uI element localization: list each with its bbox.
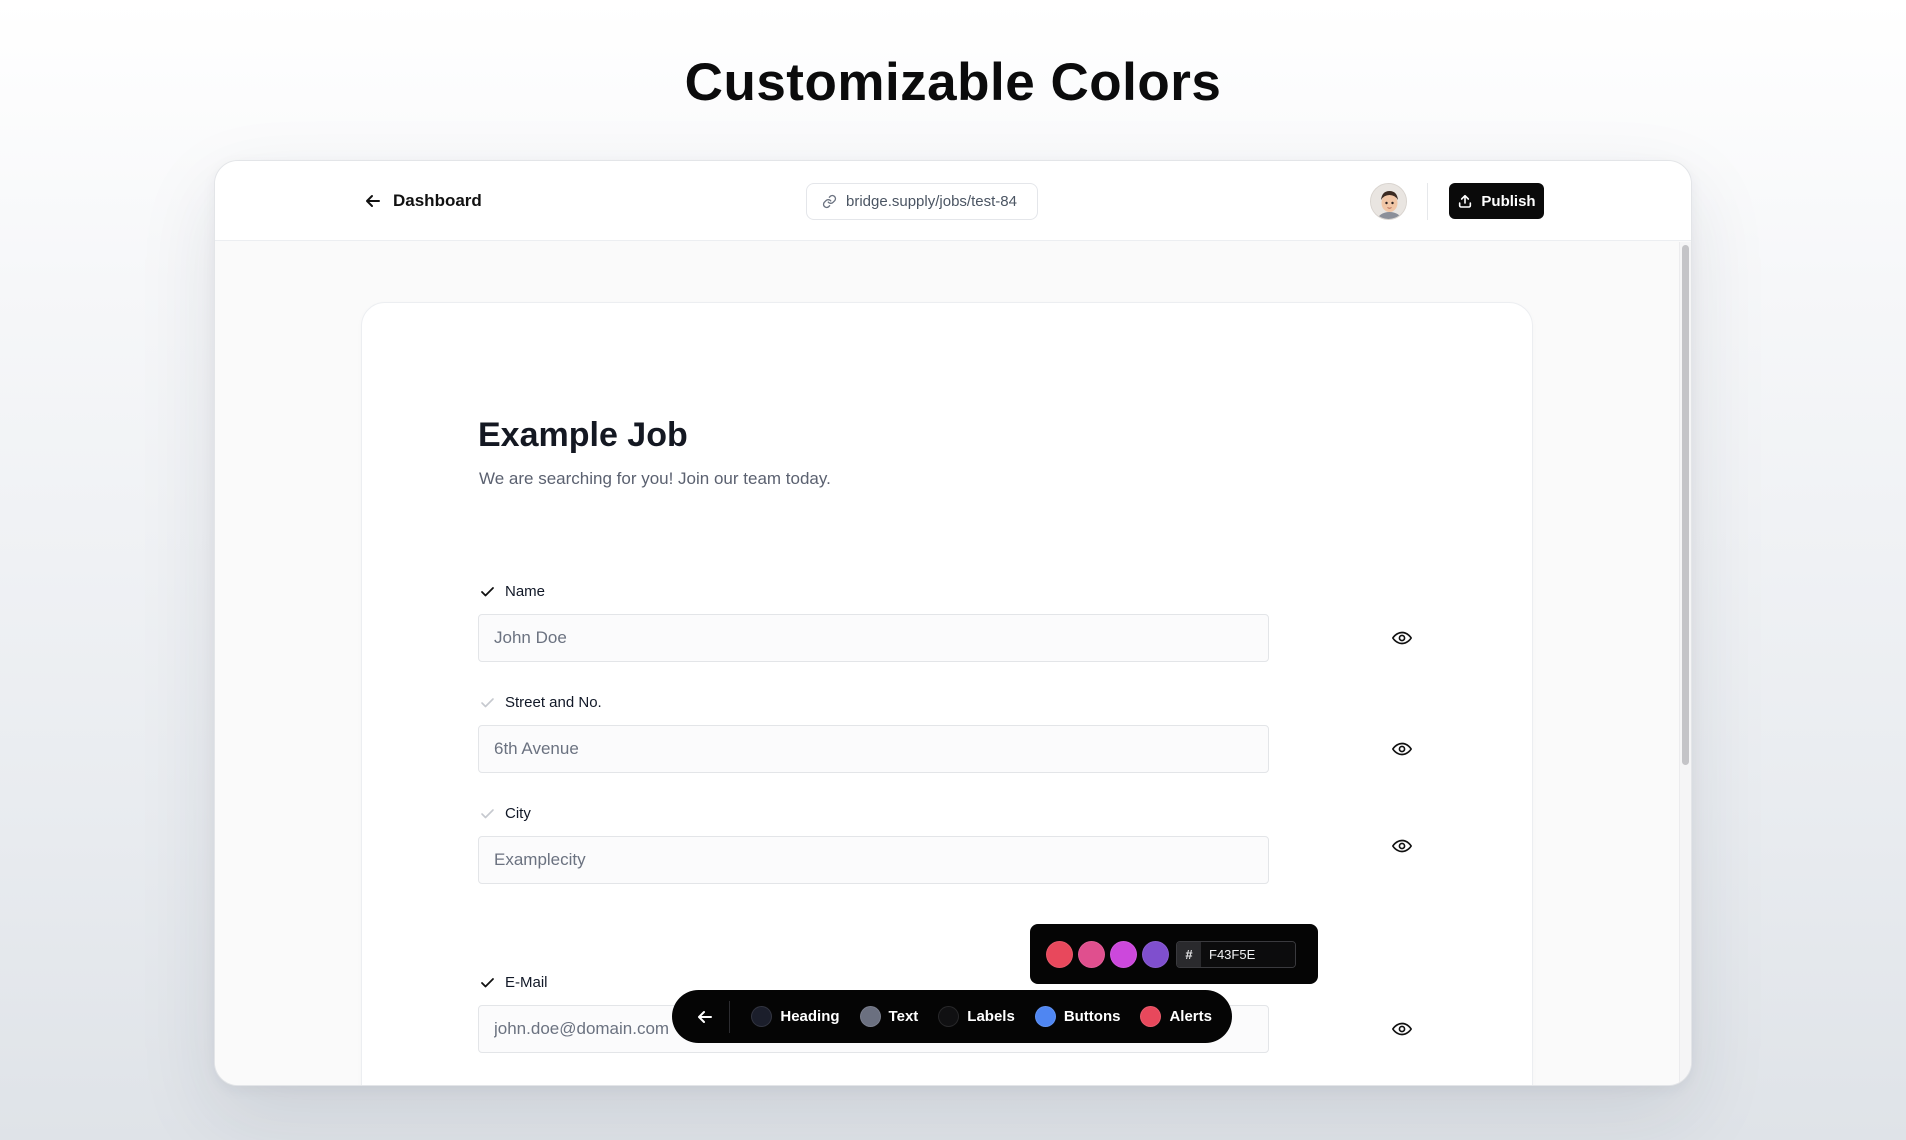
arrow-left-icon — [363, 191, 383, 211]
name-input[interactable] — [478, 614, 1269, 662]
color-dot — [751, 1006, 773, 1027]
job-subtitle: We are searching for you! Join our team … — [479, 469, 831, 488]
city-field-label: City — [479, 802, 531, 824]
hex-color-field: # — [1176, 940, 1296, 968]
color-picker-popover: # — [1030, 924, 1318, 984]
color-category-toolbar: Heading Text Labels Buttons Alerts — [672, 990, 1232, 1043]
name-label-text: Name — [505, 582, 546, 600]
street-visibility-toggle[interactable] — [1389, 736, 1415, 762]
topbar-divider — [1427, 183, 1428, 220]
color-option-text[interactable]: Text — [859, 1006, 919, 1027]
toolbar-back-button[interactable] — [694, 1004, 716, 1030]
check-icon — [479, 694, 496, 711]
color-dot — [1034, 1006, 1056, 1027]
page-url-text: bridge.supply/jobs/test-84 — [846, 193, 1017, 210]
upload-icon — [1457, 193, 1473, 209]
arrow-left-icon — [695, 1007, 715, 1027]
email-label-text: E-Mail — [505, 973, 548, 991]
name-field-label: Name — [479, 580, 545, 602]
toolbar-divider — [728, 1000, 730, 1033]
eye-icon — [1391, 835, 1413, 857]
color-dot — [938, 1006, 960, 1027]
top-bar: Dashboard bridge.supply/jobs/test-84 Pub… — [215, 161, 1691, 241]
link-icon — [822, 194, 837, 209]
color-swatch[interactable] — [1078, 940, 1105, 968]
color-option-buttons[interactable]: Buttons — [1034, 1006, 1121, 1027]
check-icon — [479, 805, 496, 822]
eye-icon — [1391, 1018, 1413, 1040]
color-swatch[interactable] — [1110, 940, 1137, 968]
check-icon — [479, 974, 496, 991]
color-option-label: Heading — [780, 1008, 840, 1025]
hex-color-input[interactable] — [1201, 941, 1295, 967]
name-visibility-toggle[interactable] — [1389, 625, 1415, 651]
email-field-label: E-Mail — [479, 971, 548, 993]
page-url-pill[interactable]: bridge.supply/jobs/test-84 — [806, 183, 1038, 220]
color-option-alerts[interactable]: Alerts — [1140, 1006, 1212, 1027]
dashboard-back-link[interactable]: Dashboard — [363, 187, 482, 215]
color-option-label: Text — [888, 1008, 919, 1025]
page-heading: Customizable Colors — [684, 53, 1222, 112]
browser-window: Dashboard bridge.supply/jobs/test-84 Pub… — [214, 160, 1692, 1086]
city-label-text: City — [505, 804, 531, 822]
city-visibility-toggle[interactable] — [1389, 833, 1415, 859]
street-input[interactable] — [478, 725, 1269, 773]
city-input[interactable] — [478, 836, 1269, 884]
email-visibility-toggle[interactable] — [1389, 1016, 1415, 1042]
color-dot — [859, 1006, 881, 1027]
eye-icon — [1391, 627, 1413, 649]
scrollbar-thumb[interactable] — [1682, 245, 1689, 765]
color-option-label: Labels — [967, 1008, 1015, 1025]
job-form-card: Example Job We are searching for you! Jo… — [361, 302, 1533, 1085]
street-label-text: Street and No. — [505, 693, 602, 711]
publish-button[interactable]: Publish — [1449, 183, 1544, 219]
street-field-label: Street and No. — [479, 691, 602, 713]
user-avatar[interactable] — [1370, 183, 1407, 220]
hex-prefix: # — [1177, 941, 1201, 967]
dashboard-label: Dashboard — [393, 191, 482, 210]
color-swatch[interactable] — [1142, 940, 1169, 968]
color-option-label: Alerts — [1169, 1008, 1212, 1025]
color-option-heading[interactable]: Heading — [751, 1006, 840, 1027]
check-icon — [479, 583, 496, 600]
color-swatch[interactable] — [1046, 940, 1073, 968]
eye-icon — [1391, 738, 1413, 760]
publish-label: Publish — [1481, 192, 1536, 210]
color-dot — [1140, 1006, 1162, 1027]
color-option-labels[interactable]: Labels — [938, 1006, 1015, 1027]
job-title: Example Job — [478, 416, 688, 454]
color-option-label: Buttons — [1063, 1008, 1121, 1025]
